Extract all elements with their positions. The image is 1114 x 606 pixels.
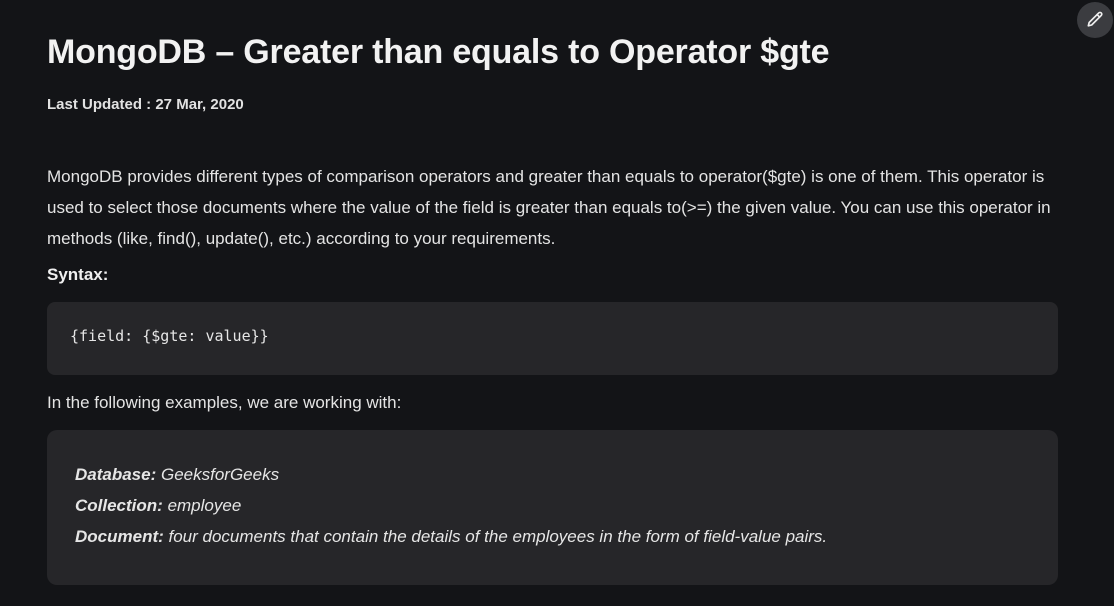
syntax-code-block: {field: {$gte: value}} (47, 302, 1058, 375)
page-title: MongoDB – Greater than equals to Operato… (47, 33, 830, 71)
article-content: MongoDB – Greater than equals to Operato… (47, 30, 1058, 585)
collection-line: Collection: employee (75, 490, 1030, 521)
pencil-icon (1087, 11, 1103, 27)
edit-button[interactable] (1077, 2, 1113, 38)
example-info-block: Database: GeeksforGeeks Collection: empl… (47, 430, 1058, 585)
database-label: Database: (75, 465, 157, 484)
examples-intro: In the following examples, we are workin… (47, 393, 402, 412)
database-line: Database: GeeksforGeeks (75, 459, 1030, 490)
last-updated: Last Updated : 27 Mar, 2020 (47, 95, 1058, 115)
document-value: four documents that contain the details … (163, 527, 828, 546)
document-label: Document: (75, 527, 164, 546)
document-line: Document: four documents that contain th… (75, 521, 1030, 552)
collection-value: employee (162, 496, 242, 515)
syntax-code: {field: {$gte: value}} (70, 327, 269, 345)
last-updated-date: 27 Mar, 2020 (155, 96, 244, 113)
database-value: GeeksforGeeks (156, 465, 280, 484)
article-page: MongoDB – Greater than equals to Operato… (0, 0, 1114, 606)
collection-label: Collection: (75, 496, 163, 515)
last-updated-label: Last Updated : (47, 96, 156, 113)
syntax-heading: Syntax: (47, 265, 109, 284)
intro-paragraph: MongoDB provides different types of comp… (47, 167, 1051, 248)
